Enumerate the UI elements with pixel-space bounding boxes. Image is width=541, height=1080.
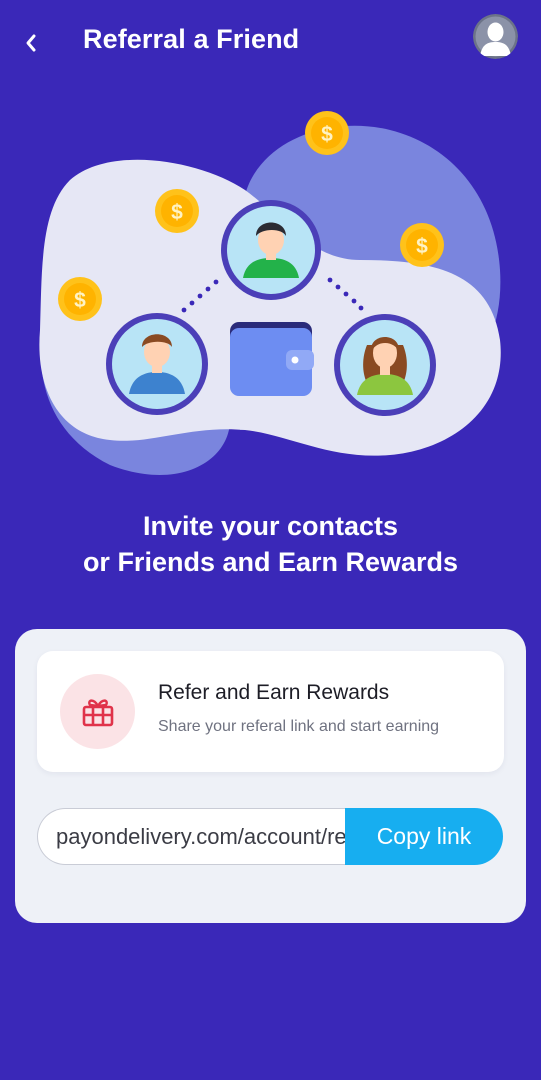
coin-symbol: $ xyxy=(171,201,183,224)
friend-avatar-left xyxy=(106,313,208,415)
coin-symbol: $ xyxy=(416,235,428,258)
coin-icon-1: $ xyxy=(305,111,349,155)
coin-icon-3: $ xyxy=(400,223,444,267)
reward-subtitle: Share your referal link and start earnin… xyxy=(158,718,440,735)
back-button[interactable] xyxy=(16,28,46,58)
referral-panel: Refer and Earn Rewards Share your refera… xyxy=(15,629,526,923)
user-avatar-icon xyxy=(473,14,518,59)
wallet-icon xyxy=(230,322,314,396)
headline-line-2: or Friends and Earn Rewards xyxy=(82,547,459,577)
chevron-left-icon xyxy=(26,34,36,52)
coin-symbol: $ xyxy=(74,289,86,312)
referral-link-row: Copy link xyxy=(37,808,504,865)
invite-headline: Invite your contacts or Friends and Earn… xyxy=(0,508,541,580)
gift-badge xyxy=(60,674,135,749)
coin-symbol: $ xyxy=(321,123,333,146)
referral-illustration: $ $ $ $ xyxy=(39,111,501,475)
friend-avatar-right xyxy=(334,314,436,416)
coin-icon-4: $ xyxy=(58,277,102,321)
page-title: Referral a Friend xyxy=(83,24,300,54)
app-header: Referral a Friend xyxy=(0,0,541,86)
user-avatar[interactable] xyxy=(473,14,518,59)
friend-avatar-top xyxy=(221,200,321,300)
gift-icon xyxy=(82,698,113,726)
reward-title: Refer and Earn Rewards xyxy=(158,681,390,704)
headline-line-1: Invite your contacts xyxy=(142,511,399,541)
referral-link-input[interactable] xyxy=(37,808,367,865)
refer-earn-card: Refer and Earn Rewards Share your refera… xyxy=(37,651,504,772)
coin-icon-2: $ xyxy=(155,189,199,233)
copy-link-button[interactable]: Copy link xyxy=(345,808,503,865)
